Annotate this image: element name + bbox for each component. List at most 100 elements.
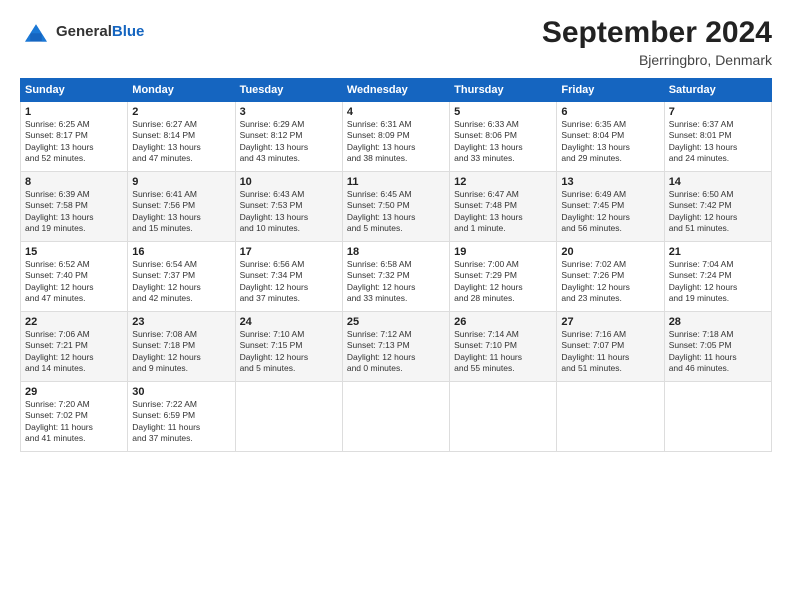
- calendar-cell: 27Sunrise: 7:16 AM Sunset: 7:07 PM Dayli…: [557, 312, 664, 382]
- day-info: Sunrise: 6:27 AM Sunset: 8:14 PM Dayligh…: [132, 119, 230, 165]
- calendar-cell: [235, 382, 342, 452]
- calendar-cell: 10Sunrise: 6:43 AM Sunset: 7:53 PM Dayli…: [235, 172, 342, 242]
- day-number: 26: [454, 316, 552, 328]
- calendar-cell: 21Sunrise: 7:04 AM Sunset: 7:24 PM Dayli…: [664, 242, 771, 312]
- page: GeneralBlue September 2024 Bjerringbro, …: [0, 0, 792, 612]
- day-info: Sunrise: 6:37 AM Sunset: 8:01 PM Dayligh…: [669, 119, 767, 165]
- month-year: September 2024: [542, 16, 772, 50]
- day-number: 1: [25, 106, 123, 118]
- weekday-row: SundayMondayTuesdayWednesdayThursdayFrid…: [21, 79, 772, 102]
- day-info: Sunrise: 6:33 AM Sunset: 8:06 PM Dayligh…: [454, 119, 552, 165]
- day-info: Sunrise: 6:41 AM Sunset: 7:56 PM Dayligh…: [132, 189, 230, 235]
- calendar-cell: 16Sunrise: 6:54 AM Sunset: 7:37 PM Dayli…: [128, 242, 235, 312]
- day-number: 2: [132, 106, 230, 118]
- calendar-header: SundayMondayTuesdayWednesdayThursdayFrid…: [21, 79, 772, 102]
- day-info: Sunrise: 7:20 AM Sunset: 7:02 PM Dayligh…: [25, 399, 123, 445]
- day-number: 23: [132, 316, 230, 328]
- weekday-header: Wednesday: [342, 79, 449, 102]
- day-info: Sunrise: 7:04 AM Sunset: 7:24 PM Dayligh…: [669, 259, 767, 305]
- calendar-cell: 8Sunrise: 6:39 AM Sunset: 7:58 PM Daylig…: [21, 172, 128, 242]
- logo: GeneralBlue: [20, 16, 144, 48]
- day-number: 25: [347, 316, 445, 328]
- day-info: Sunrise: 7:08 AM Sunset: 7:18 PM Dayligh…: [132, 329, 230, 375]
- day-info: Sunrise: 7:14 AM Sunset: 7:10 PM Dayligh…: [454, 329, 552, 375]
- calendar-cell: [664, 382, 771, 452]
- day-number: 21: [669, 246, 767, 258]
- calendar-cell: 18Sunrise: 6:58 AM Sunset: 7:32 PM Dayli…: [342, 242, 449, 312]
- calendar-week-row: 8Sunrise: 6:39 AM Sunset: 7:58 PM Daylig…: [21, 172, 772, 242]
- day-number: 27: [561, 316, 659, 328]
- day-info: Sunrise: 7:06 AM Sunset: 7:21 PM Dayligh…: [25, 329, 123, 375]
- weekday-header: Tuesday: [235, 79, 342, 102]
- day-info: Sunrise: 6:49 AM Sunset: 7:45 PM Dayligh…: [561, 189, 659, 235]
- day-info: Sunrise: 6:31 AM Sunset: 8:09 PM Dayligh…: [347, 119, 445, 165]
- day-info: Sunrise: 6:50 AM Sunset: 7:42 PM Dayligh…: [669, 189, 767, 235]
- logo-general: General: [56, 23, 112, 40]
- day-info: Sunrise: 6:29 AM Sunset: 8:12 PM Dayligh…: [240, 119, 338, 165]
- day-number: 3: [240, 106, 338, 118]
- day-number: 14: [669, 176, 767, 188]
- calendar-cell: 12Sunrise: 6:47 AM Sunset: 7:48 PM Dayli…: [450, 172, 557, 242]
- day-number: 20: [561, 246, 659, 258]
- day-info: Sunrise: 6:58 AM Sunset: 7:32 PM Dayligh…: [347, 259, 445, 305]
- calendar-cell: 4Sunrise: 6:31 AM Sunset: 8:09 PM Daylig…: [342, 102, 449, 172]
- weekday-header: Monday: [128, 79, 235, 102]
- calendar-cell: 13Sunrise: 6:49 AM Sunset: 7:45 PM Dayli…: [557, 172, 664, 242]
- calendar-cell: 9Sunrise: 6:41 AM Sunset: 7:56 PM Daylig…: [128, 172, 235, 242]
- day-info: Sunrise: 6:43 AM Sunset: 7:53 PM Dayligh…: [240, 189, 338, 235]
- calendar-week-row: 15Sunrise: 6:52 AM Sunset: 7:40 PM Dayli…: [21, 242, 772, 312]
- day-info: Sunrise: 6:39 AM Sunset: 7:58 PM Dayligh…: [25, 189, 123, 235]
- day-number: 9: [132, 176, 230, 188]
- calendar-cell: 11Sunrise: 6:45 AM Sunset: 7:50 PM Dayli…: [342, 172, 449, 242]
- day-number: 19: [454, 246, 552, 258]
- logo-icon: [20, 16, 52, 48]
- day-number: 28: [669, 316, 767, 328]
- day-number: 15: [25, 246, 123, 258]
- day-number: 29: [25, 386, 123, 398]
- calendar-cell: 5Sunrise: 6:33 AM Sunset: 8:06 PM Daylig…: [450, 102, 557, 172]
- calendar-cell: 23Sunrise: 7:08 AM Sunset: 7:18 PM Dayli…: [128, 312, 235, 382]
- day-info: Sunrise: 6:54 AM Sunset: 7:37 PM Dayligh…: [132, 259, 230, 305]
- day-number: 24: [240, 316, 338, 328]
- logo-text: GeneralBlue: [56, 23, 144, 41]
- day-info: Sunrise: 6:56 AM Sunset: 7:34 PM Dayligh…: [240, 259, 338, 305]
- day-number: 12: [454, 176, 552, 188]
- day-info: Sunrise: 7:16 AM Sunset: 7:07 PM Dayligh…: [561, 329, 659, 375]
- calendar-table: SundayMondayTuesdayWednesdayThursdayFrid…: [20, 78, 772, 452]
- calendar-week-row: 1Sunrise: 6:25 AM Sunset: 8:17 PM Daylig…: [21, 102, 772, 172]
- day-info: Sunrise: 7:18 AM Sunset: 7:05 PM Dayligh…: [669, 329, 767, 375]
- day-info: Sunrise: 6:45 AM Sunset: 7:50 PM Dayligh…: [347, 189, 445, 235]
- day-number: 10: [240, 176, 338, 188]
- day-number: 16: [132, 246, 230, 258]
- calendar-cell: 29Sunrise: 7:20 AM Sunset: 7:02 PM Dayli…: [21, 382, 128, 452]
- day-info: Sunrise: 6:35 AM Sunset: 8:04 PM Dayligh…: [561, 119, 659, 165]
- day-number: 6: [561, 106, 659, 118]
- weekday-header: Thursday: [450, 79, 557, 102]
- calendar-cell: 25Sunrise: 7:12 AM Sunset: 7:13 PM Dayli…: [342, 312, 449, 382]
- day-number: 5: [454, 106, 552, 118]
- title-block: September 2024 Bjerringbro, Denmark: [542, 16, 772, 68]
- calendar-cell: 22Sunrise: 7:06 AM Sunset: 7:21 PM Dayli…: [21, 312, 128, 382]
- calendar-cell: 24Sunrise: 7:10 AM Sunset: 7:15 PM Dayli…: [235, 312, 342, 382]
- day-number: 13: [561, 176, 659, 188]
- calendar-cell: 19Sunrise: 7:00 AM Sunset: 7:29 PM Dayli…: [450, 242, 557, 312]
- day-info: Sunrise: 7:02 AM Sunset: 7:26 PM Dayligh…: [561, 259, 659, 305]
- calendar-cell: 14Sunrise: 6:50 AM Sunset: 7:42 PM Dayli…: [664, 172, 771, 242]
- day-info: Sunrise: 6:47 AM Sunset: 7:48 PM Dayligh…: [454, 189, 552, 235]
- day-number: 4: [347, 106, 445, 118]
- calendar-cell: 20Sunrise: 7:02 AM Sunset: 7:26 PM Dayli…: [557, 242, 664, 312]
- calendar-cell: 3Sunrise: 6:29 AM Sunset: 8:12 PM Daylig…: [235, 102, 342, 172]
- calendar-week-row: 29Sunrise: 7:20 AM Sunset: 7:02 PM Dayli…: [21, 382, 772, 452]
- day-info: Sunrise: 6:52 AM Sunset: 7:40 PM Dayligh…: [25, 259, 123, 305]
- day-number: 18: [347, 246, 445, 258]
- location: Bjerringbro, Denmark: [542, 52, 772, 68]
- logo-blue: Blue: [112, 23, 145, 40]
- day-info: Sunrise: 7:00 AM Sunset: 7:29 PM Dayligh…: [454, 259, 552, 305]
- day-number: 30: [132, 386, 230, 398]
- day-number: 8: [25, 176, 123, 188]
- calendar-cell: 2Sunrise: 6:27 AM Sunset: 8:14 PM Daylig…: [128, 102, 235, 172]
- day-info: Sunrise: 7:12 AM Sunset: 7:13 PM Dayligh…: [347, 329, 445, 375]
- day-info: Sunrise: 7:10 AM Sunset: 7:15 PM Dayligh…: [240, 329, 338, 375]
- calendar-cell: 15Sunrise: 6:52 AM Sunset: 7:40 PM Dayli…: [21, 242, 128, 312]
- day-info: Sunrise: 6:25 AM Sunset: 8:17 PM Dayligh…: [25, 119, 123, 165]
